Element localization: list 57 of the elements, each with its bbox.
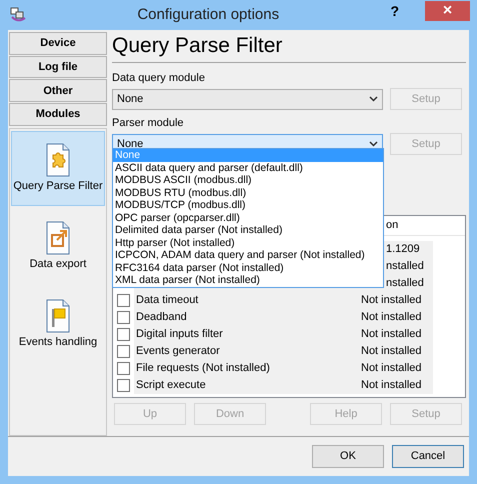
nav-button[interactable]: Modules: [9, 103, 107, 126]
dropdown-option[interactable]: MODBUS RTU (modbus.dll): [113, 186, 383, 199]
nav-button[interactable]: Device: [9, 32, 107, 55]
module-label: Data export: [30, 258, 86, 272]
checkbox[interactable]: [117, 328, 130, 341]
page-title: Query Parse Filter: [112, 33, 284, 59]
table-cell-text: Deadband: [136, 310, 187, 326]
table-cell-text: Not installed: [361, 344, 422, 360]
nav-button[interactable]: Log file: [9, 56, 107, 78]
checkbox[interactable]: [117, 294, 130, 307]
dropdown-option[interactable]: OPC parser (opcparser.dll): [113, 212, 383, 224]
checkbox[interactable]: [117, 311, 130, 324]
table-cell-text: Not installed: [361, 310, 422, 326]
field-label: Data query module: [112, 71, 206, 85]
dropdown-option[interactable]: RFC3164 data parser (Not installed): [113, 262, 383, 274]
chevron-down-icon: [369, 96, 378, 102]
app-icon: [10, 7, 26, 23]
dropdown-option[interactable]: Delimited data parser (Not installed): [113, 224, 383, 236]
dropdown-option[interactable]: XML data parser (Not installed): [113, 274, 383, 286]
module-item[interactable]: Query Parse Filter: [11, 130, 105, 206]
table-cell-text: nstalled: [386, 259, 424, 274]
window-title: Configuration options: [137, 6, 280, 23]
table-cell-text: Events generator: [136, 344, 220, 360]
dropdown-option[interactable]: Http parser (Not installed): [113, 236, 383, 249]
column-header: on: [385, 218, 398, 234]
module-label: Query Parse Filter: [13, 180, 103, 194]
checkbox[interactable]: [117, 362, 130, 375]
module-item[interactable]: Events handling: [11, 286, 105, 362]
flag-document-icon: [44, 299, 72, 334]
help-button[interactable]: ?: [390, 0, 399, 22]
chevron-down-icon: [369, 141, 378, 147]
puzzle-document-icon: [44, 143, 72, 178]
table-cell-text: File requests (Not installed): [136, 361, 270, 376]
table-cell-text: Data timeout: [136, 293, 198, 308]
table-cell-text: Digital inputs filter: [136, 327, 223, 342]
dropdown-option[interactable]: ICPCON, ADAM data query and parser (Not installed): [113, 249, 383, 262]
table-cell-text: Not installed: [361, 378, 422, 394]
dropdown-option[interactable]: MODBUS ASCII (modbus.dll): [113, 174, 383, 186]
table-cell-text: Not installed: [361, 293, 422, 308]
table-cell-text: nstalled: [386, 276, 424, 292]
module-item[interactable]: Data export: [11, 208, 105, 284]
ok-button[interactable]: OK: [312, 445, 384, 468]
cancel-button[interactable]: Cancel: [392, 445, 464, 468]
module-label: Events handling: [18, 336, 98, 350]
checkbox[interactable]: [117, 379, 130, 392]
table-cell-text: Not installed: [361, 327, 422, 342]
table-cell-text: Script execute: [136, 378, 206, 394]
table-cell-text: 1.1209: [386, 242, 420, 258]
dropdown-option[interactable]: ASCII data query and parser (default.dll): [113, 162, 383, 174]
close-button[interactable]: ×: [425, 1, 470, 21]
dropdown-option[interactable]: MODBUS/TCP (modbus.dll): [113, 199, 383, 212]
nav-button[interactable]: Other: [9, 79, 107, 102]
data-query-select[interactable]: None: [112, 88, 383, 110]
table-cell-text: Not installed: [361, 361, 422, 376]
checkbox[interactable]: [117, 345, 130, 358]
field-label: Parser module: [112, 116, 185, 130]
export-document-icon: [44, 221, 72, 256]
